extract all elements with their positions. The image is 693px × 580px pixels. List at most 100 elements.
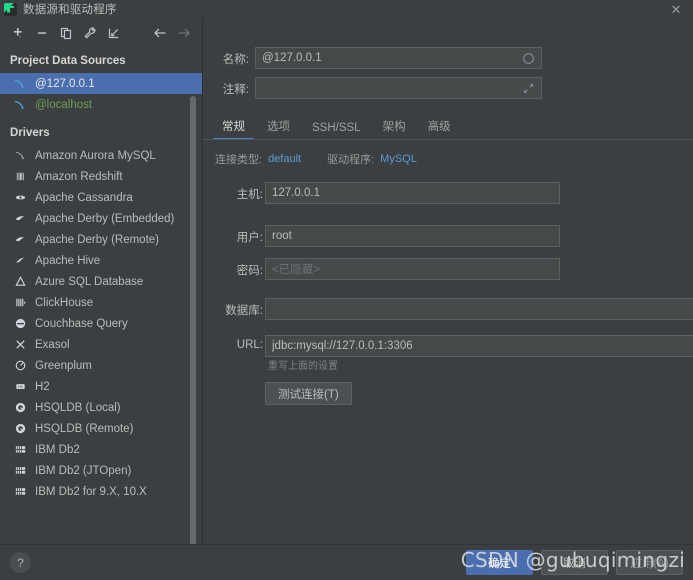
password-input[interactable]: <已隐藏> [265, 258, 560, 280]
driver-item-couchbase[interactable]: Couchbase Query [0, 313, 202, 334]
driver-item-ibm-db2-jtopen[interactable]: IBM Db2 (JTOpen) [0, 460, 202, 481]
url-input[interactable]: jdbc:mysql://127.0.0.1:3306 [265, 335, 693, 357]
driver-item-greenplum[interactable]: Greenplum [0, 355, 202, 376]
mysql-datasource-icon [12, 97, 28, 113]
driver-item-label: Exasol [35, 338, 70, 351]
driver-item-redshift[interactable]: Amazon Redshift [0, 166, 202, 187]
driver-item-hsqldb-local[interactable]: HSQLDB (Local) [0, 397, 202, 418]
navigate-forward-button[interactable] [172, 22, 196, 44]
host-value: 127.0.0.1 [272, 187, 320, 199]
drivers-header: Drivers [10, 127, 50, 139]
driver-item-aurora-mysql[interactable]: Amazon Aurora MySQL [0, 145, 202, 166]
driver-item-label: Amazon Redshift [35, 170, 123, 183]
tab-options[interactable]: 选项 [256, 118, 301, 140]
database-label: 数据库: [225, 305, 263, 317]
wrench-icon[interactable] [78, 22, 102, 44]
duplicate-data-source-button[interactable] [54, 22, 78, 44]
driver-item-label: HSQLDB (Local) [35, 401, 121, 414]
driver-item-label: ClickHouse [35, 296, 94, 309]
sidebar-scrollbar[interactable] [190, 96, 196, 544]
driver-item-exasol[interactable]: Exasol [0, 334, 202, 355]
test-connection-button[interactable]: 测试连接(T) [265, 382, 352, 405]
settings-tabs: 常规 选项 SSH/SSL 架构 高级 [211, 114, 693, 140]
driver-item-h2[interactable]: H2 H2 [0, 376, 202, 397]
derby-icon [12, 232, 28, 248]
data-sources-list[interactable]: Project Data Sources @127.0.0.1 @localho… [0, 48, 202, 544]
comment-input[interactable] [255, 77, 542, 99]
aurora-mysql-icon [12, 148, 28, 164]
driver-item-label: Azure SQL Database [35, 275, 144, 288]
driver-item-azure-sql[interactable]: Azure SQL Database [0, 271, 202, 292]
sidebar-item-datasource-127[interactable]: @127.0.0.1 [0, 73, 202, 94]
user-input[interactable]: root [265, 225, 560, 247]
driver-item-label: HSQLDB (Remote) [35, 422, 134, 435]
comment-label: 注释: [222, 84, 249, 96]
svg-text:H2: H2 [18, 385, 23, 389]
driver-item-label: Apache Derby (Remote) [35, 233, 159, 246]
expand-icon[interactable] [522, 82, 535, 95]
sidebar-item-datasource-localhost[interactable]: @localhost [0, 94, 202, 115]
tab-general[interactable]: 常规 [211, 118, 256, 140]
driver-item-label: Apache Hive [35, 254, 101, 267]
connection-type-link[interactable]: default [268, 153, 301, 165]
host-input[interactable]: 127.0.0.1 [265, 182, 560, 204]
add-data-source-button[interactable] [6, 22, 30, 44]
driver-item-derby-embedded[interactable]: Apache Derby (Embedded) [0, 208, 202, 229]
window-title: 数据源和驱动程序 [23, 4, 117, 16]
connection-meta-row: 连接类型: default 驱动程序: MySQL [215, 151, 417, 167]
driver-item-label: H2 [35, 380, 50, 393]
name-input[interactable]: @127.0.0.1 [255, 47, 542, 69]
tabs-divider [203, 139, 693, 140]
driver-item-hsqldb-remote[interactable]: HSQLDB (Remote) [0, 418, 202, 439]
hive-icon [12, 253, 28, 269]
driver-item-label: Greenplum [35, 359, 92, 372]
driver-item-label: IBM Db2 for 9.X, 10.X [35, 485, 147, 498]
ibm-db2-icon [12, 484, 28, 500]
data-sources-dialog: 数据源和驱动程序 ✕ Project Data Sources @127.0.0… [0, 0, 693, 580]
database-input[interactable] [265, 298, 693, 320]
driver-item-cassandra[interactable]: Apache Cassandra [0, 187, 202, 208]
driver-item-clickhouse[interactable]: ClickHouse [0, 292, 202, 313]
sidebar: Project Data Sources @127.0.0.1 @localho… [0, 18, 203, 544]
dialog-footer: ? 确定 取消 应用(A) [0, 544, 693, 580]
password-placeholder: <已隐藏> [272, 264, 320, 276]
driver-label: 驱动程序: [327, 154, 375, 166]
exasol-icon [12, 337, 28, 353]
derby-icon [12, 211, 28, 227]
driver-item-label: IBM Db2 (JTOpen) [35, 464, 132, 477]
close-icon[interactable]: ✕ [667, 3, 685, 17]
cancel-button[interactable]: 取消 [541, 550, 608, 575]
dialog-body: Project Data Sources @127.0.0.1 @localho… [0, 18, 693, 544]
tab-advanced[interactable]: 高级 [417, 118, 462, 140]
driver-item-label: Couchbase Query [35, 317, 128, 330]
ok-button[interactable]: 确定 [466, 550, 533, 575]
user-value: root [272, 230, 292, 242]
driver-item-label: IBM Db2 [35, 443, 80, 456]
cassandra-icon [12, 190, 28, 206]
driver-item-ibm-db2-9x-10x[interactable]: IBM Db2 for 9.X, 10.X [0, 481, 202, 502]
tab-schema[interactable]: 架构 [372, 118, 417, 140]
driver-item-derby-remote[interactable]: Apache Derby (Remote) [0, 229, 202, 250]
remove-data-source-button[interactable] [30, 22, 54, 44]
sidebar-toolbar [0, 18, 202, 48]
tab-ssh-ssl[interactable]: SSH/SSL [301, 122, 372, 140]
driver-item-hive[interactable]: Apache Hive [0, 250, 202, 271]
import-arrow-icon[interactable] [102, 22, 126, 44]
sidebar-item-label: @127.0.0.1 [35, 77, 95, 90]
title-bar: 数据源和驱动程序 ✕ [0, 0, 693, 18]
couchbase-icon [12, 316, 28, 332]
color-circle-icon[interactable] [522, 52, 535, 65]
h2-icon: H2 [12, 379, 28, 395]
driver-item-ibm-db2[interactable]: IBM Db2 [0, 439, 202, 460]
redshift-icon [12, 169, 28, 185]
driver-link[interactable]: MySQL [380, 153, 417, 165]
apply-button[interactable]: 应用(A) [616, 550, 683, 575]
pycharm-icon [4, 2, 17, 16]
help-icon[interactable]: ? [10, 552, 31, 573]
url-hint: 重写上面的设置 [268, 361, 338, 372]
connection-type-label: 连接类型: [215, 154, 263, 166]
detail-pane: 名称: @127.0.0.1 注释: 常规 选项 SSH/SSL 架构 高级 连… [203, 18, 693, 544]
sidebar-item-label: @localhost [35, 98, 93, 111]
navigate-back-button[interactable] [148, 22, 172, 44]
name-value: @127.0.0.1 [262, 52, 322, 64]
